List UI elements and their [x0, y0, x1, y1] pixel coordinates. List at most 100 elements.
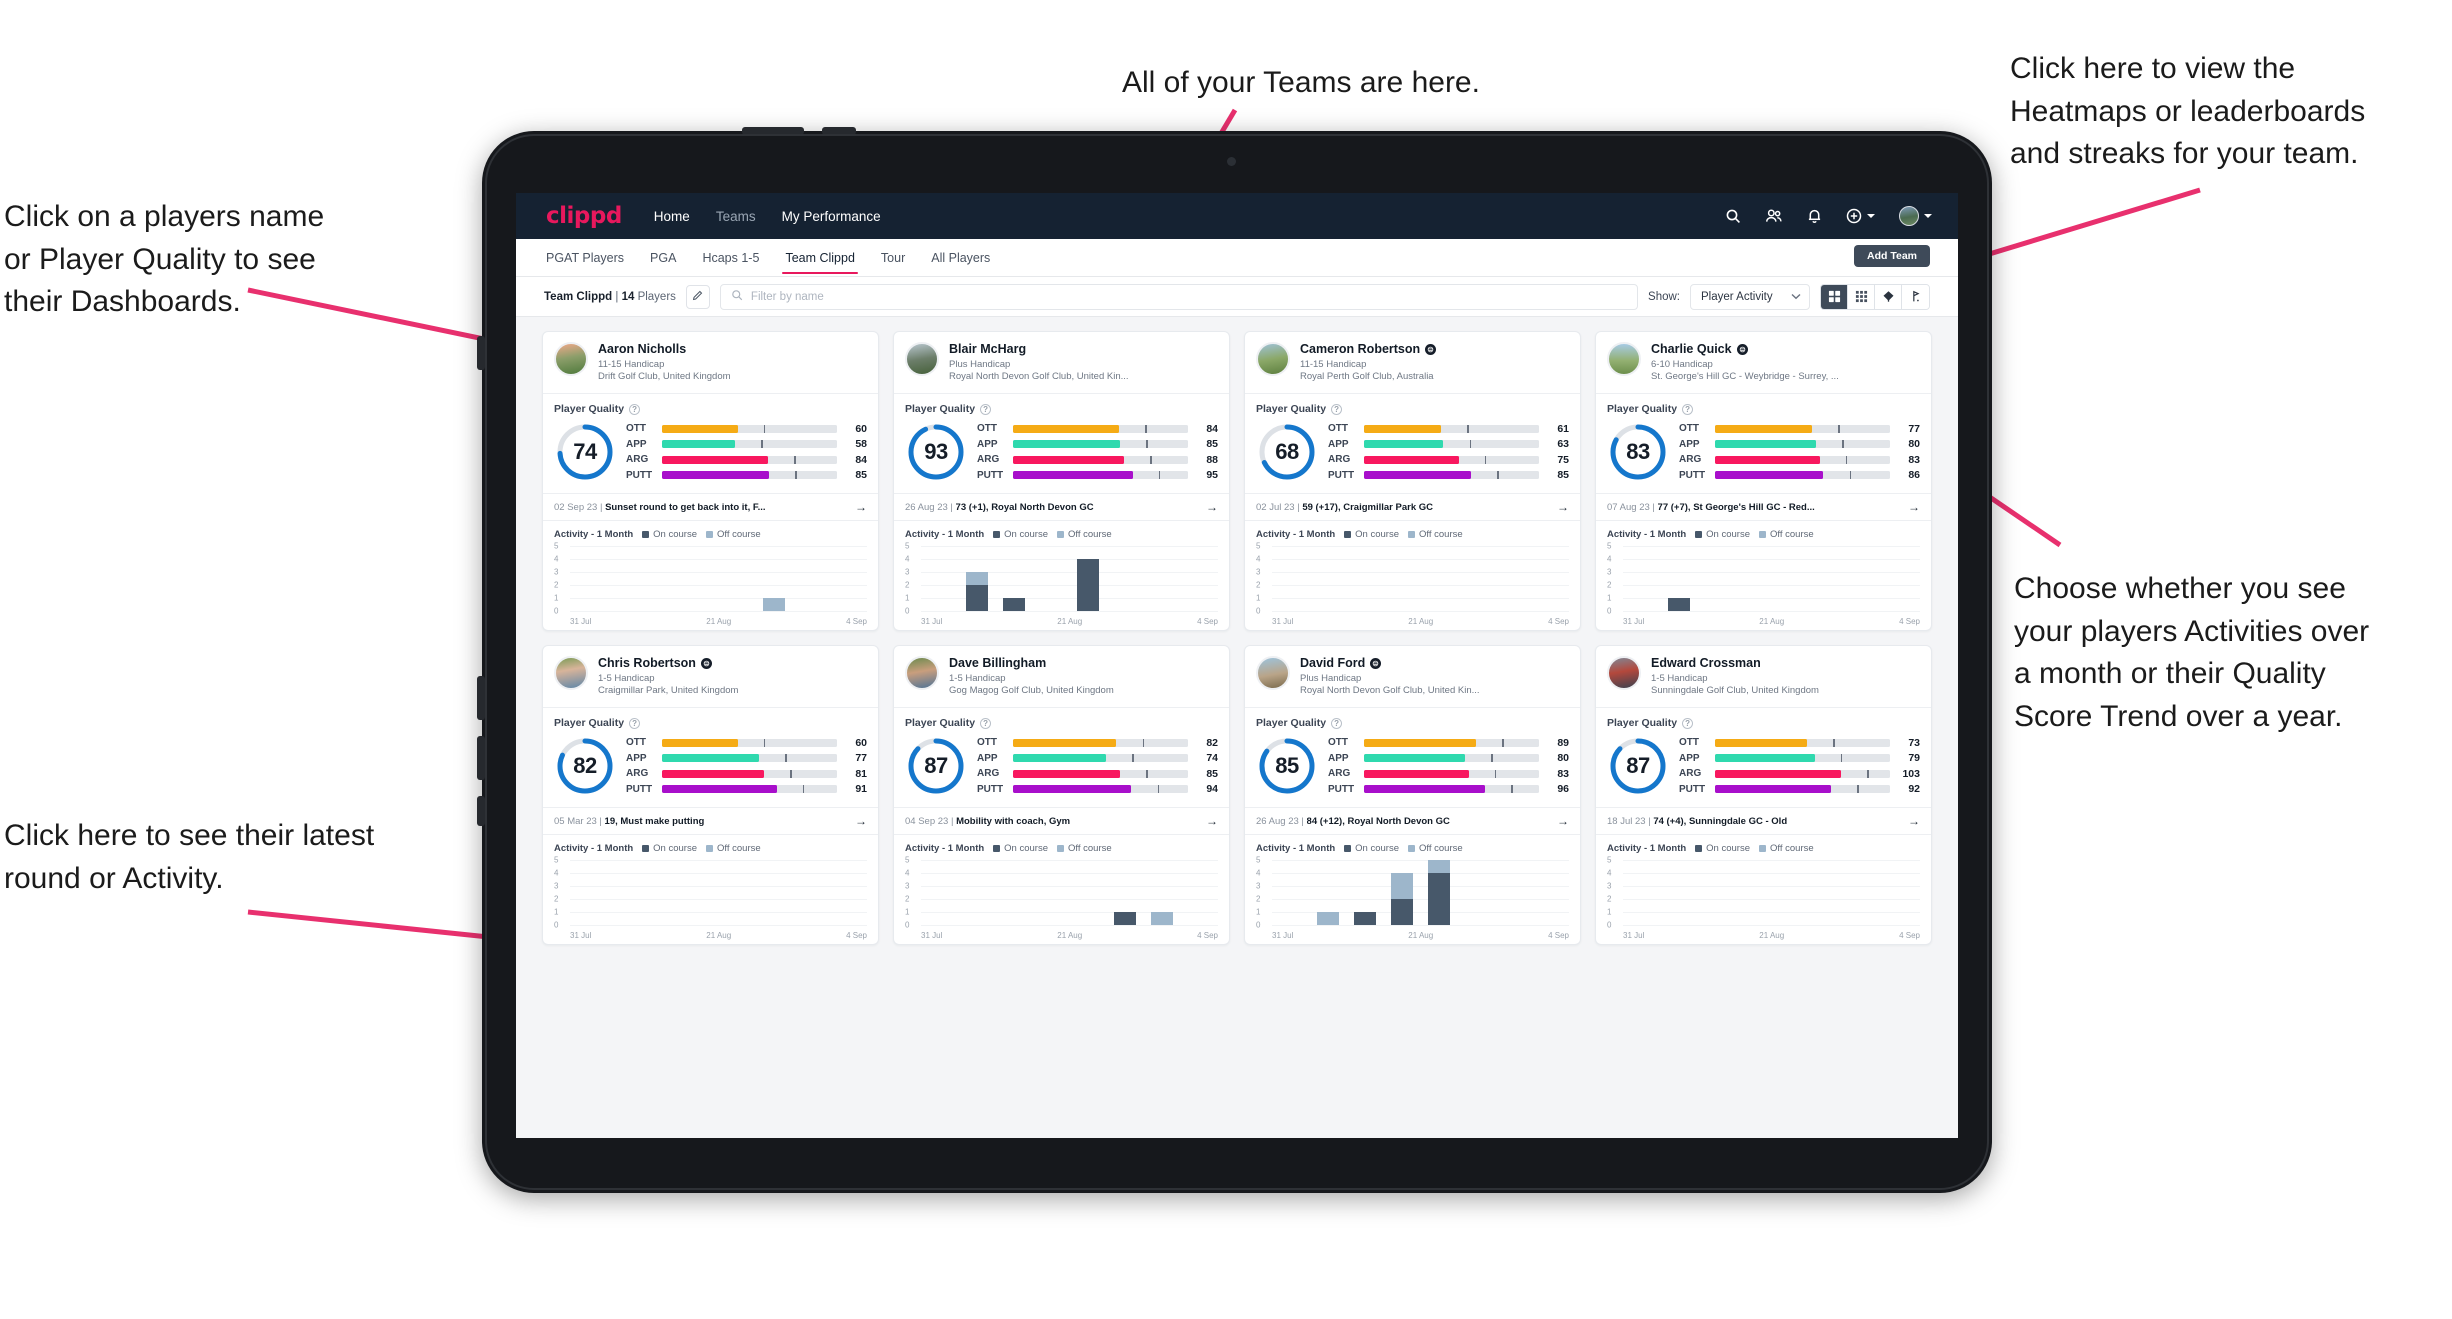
- plus-circle-menu[interactable]: [1846, 208, 1875, 224]
- arrow-right-icon[interactable]: →: [1908, 815, 1920, 827]
- metric-row-app: APP 80: [1679, 438, 1920, 450]
- clippd-logo[interactable]: clippd: [546, 203, 622, 229]
- player-name-row[interactable]: Charlie Quick: [1651, 342, 1920, 356]
- gridline: [921, 611, 1218, 612]
- player-name-row[interactable]: Blair McHarg: [949, 342, 1218, 356]
- latest-round-row[interactable]: 07 Aug 23 | 77 (+7), St George's Hill GC…: [1596, 493, 1931, 521]
- tab-all-players[interactable]: All Players: [931, 241, 990, 274]
- grid-large-view-button[interactable]: [1821, 284, 1848, 309]
- tab-pgat-players[interactable]: PGAT Players: [546, 241, 624, 274]
- latest-round-row[interactable]: 26 Aug 23 | 84 (+12), Royal North Devon …: [1245, 807, 1580, 835]
- player-card[interactable]: Cameron Robertson 11-15 Handicap Royal Per…: [1244, 331, 1581, 631]
- arrow-right-icon[interactable]: →: [1557, 501, 1569, 513]
- power-button[interactable]: [742, 127, 804, 135]
- legend-swatch-on-course: [993, 531, 1001, 538]
- y-tick-label: 5: [1256, 541, 1261, 551]
- nav-item-my-performance[interactable]: My Performance: [782, 209, 881, 224]
- player-quality-body[interactable]: 87 OTT 73 APP 79 ARG 103 PUTT 92: [1596, 733, 1931, 807]
- latest-round-row[interactable]: 02 Jul 23 | 59 (+17), Craigmillar Park G…: [1245, 493, 1580, 521]
- player-quality-body[interactable]: 83 OTT 77 APP 80 ARG 83 PUTT 86: [1596, 419, 1931, 493]
- player-card-header[interactable]: Chris Robertson 1-5 Handicap Craigmillar P…: [543, 646, 878, 707]
- side-button-2[interactable]: [477, 796, 485, 826]
- player-card[interactable]: Dave Billingham 1-5 Handicap Gog Magog Gol…: [893, 645, 1230, 945]
- show-select[interactable]: Player Activity: [1690, 283, 1810, 310]
- chart-x-axis: 31 Jul 21 Aug 4 Sep: [1272, 612, 1569, 626]
- tab-tour[interactable]: Tour: [881, 241, 905, 274]
- volume-up-button[interactable]: [477, 676, 485, 720]
- player-card[interactable]: Charlie Quick 6-10 Handicap St. George's H…: [1595, 331, 1932, 631]
- player-name-row[interactable]: Edward Crossman: [1651, 656, 1920, 670]
- side-button-1[interactable]: [477, 336, 485, 370]
- player-card[interactable]: Blair McHarg Plus Handicap Royal North Dev…: [893, 331, 1230, 631]
- grid-small-view-button[interactable]: [1848, 284, 1875, 309]
- top-button[interactable]: [822, 127, 856, 135]
- x-tick-label: 21 Aug: [1057, 931, 1083, 940]
- bell-icon[interactable]: [1807, 208, 1822, 224]
- player-name-row[interactable]: Cameron Robertson: [1300, 342, 1569, 356]
- player-card-header[interactable]: Cameron Robertson 11-15 Handicap Royal Per…: [1245, 332, 1580, 393]
- help-icon[interactable]: ?: [1682, 717, 1694, 729]
- player-quality-body[interactable]: 74 OTT 60 APP 58 ARG 84 PUTT 85: [543, 419, 878, 493]
- player-card[interactable]: David Ford Plus Handicap Royal North Devon…: [1244, 645, 1581, 945]
- leaderboard-view-button[interactable]: [1902, 284, 1929, 309]
- help-icon[interactable]: ?: [980, 403, 992, 415]
- arrow-right-icon[interactable]: →: [1206, 815, 1218, 827]
- player-card[interactable]: Chris Robertson 1-5 Handicap Craigmillar P…: [542, 645, 879, 945]
- arrow-right-icon[interactable]: →: [1908, 501, 1920, 513]
- arrow-right-icon[interactable]: →: [1557, 815, 1569, 827]
- search-input[interactable]: Filter by name: [719, 283, 1639, 310]
- volume-down-button[interactable]: [477, 736, 485, 780]
- people-icon[interactable]: [1765, 208, 1783, 224]
- arrow-right-icon[interactable]: →: [855, 501, 867, 513]
- account-menu[interactable]: [1899, 206, 1932, 226]
- arrow-right-icon[interactable]: →: [1206, 501, 1218, 513]
- nav-item-home[interactable]: Home: [654, 209, 690, 224]
- player-card-header[interactable]: Edward Crossman 1-5 Handicap Sunningdale G…: [1596, 646, 1931, 707]
- player-name-row[interactable]: Chris Robertson: [598, 656, 867, 670]
- player-quality-body[interactable]: 87 OTT 82 APP 74 ARG 85 PUTT 94: [894, 733, 1229, 807]
- player-card-header[interactable]: Aaron Nicholls 11-15 Handicap Drift Golf C…: [543, 332, 878, 393]
- latest-round-row[interactable]: 02 Sep 23 | Sunset round to get back int…: [543, 493, 878, 521]
- chart-x-axis: 31 Jul 21 Aug 4 Sep: [1623, 612, 1920, 626]
- latest-round-row[interactable]: 26 Aug 23 | 73 (+1), Royal North Devon G…: [894, 493, 1229, 521]
- player-name-row[interactable]: Dave Billingham: [949, 656, 1218, 670]
- gridline: [1623, 611, 1920, 612]
- player-quality-body[interactable]: 93 OTT 84 APP 85 ARG 88 PUTT 95: [894, 419, 1229, 493]
- tab-pga[interactable]: PGA: [650, 241, 676, 274]
- nav-item-teams[interactable]: Teams: [716, 209, 756, 224]
- search-icon[interactable]: [1725, 208, 1741, 224]
- add-team-button[interactable]: Add Team: [1854, 245, 1930, 267]
- latest-round-row[interactable]: 18 Jul 23 | 74 (+4), Sunningdale GC - Ol…: [1596, 807, 1931, 835]
- player-name-row[interactable]: Aaron Nicholls: [598, 342, 867, 356]
- arrow-right-icon[interactable]: →: [855, 815, 867, 827]
- edit-team-button[interactable]: [685, 284, 710, 309]
- help-icon[interactable]: ?: [629, 403, 641, 415]
- player-card-header[interactable]: David Ford Plus Handicap Royal North Devon…: [1245, 646, 1580, 707]
- help-icon[interactable]: ?: [1331, 403, 1343, 415]
- chart-slot: [1070, 546, 1107, 611]
- help-icon[interactable]: ?: [629, 717, 641, 729]
- player-card-header[interactable]: Charlie Quick 6-10 Handicap St. George's H…: [1596, 332, 1931, 393]
- player-quality-body[interactable]: 82 OTT 60 APP 77 ARG 81 PUTT 91: [543, 733, 878, 807]
- help-icon[interactable]: ?: [1331, 717, 1343, 729]
- player-card-header[interactable]: Blair McHarg Plus Handicap Royal North Dev…: [894, 332, 1229, 393]
- latest-round-row[interactable]: 05 Mar 23 | 19, Must make putting →: [543, 807, 878, 835]
- y-tick-label: 3: [1607, 881, 1612, 891]
- metric-row-app: APP 74: [977, 752, 1218, 764]
- latest-round-row[interactable]: 04 Sep 23 | Mobility with coach, Gym →: [894, 807, 1229, 835]
- player-card-header[interactable]: Dave Billingham 1-5 Handicap Gog Magog Gol…: [894, 646, 1229, 707]
- annotation-activity-toggle: Choose whether you see your players Acti…: [2014, 572, 2370, 733]
- heatmap-view-button[interactable]: [1875, 284, 1902, 309]
- metric-row-ott: OTT 60: [626, 423, 867, 435]
- tab-team-clippd[interactable]: Team Clippd: [782, 241, 859, 274]
- metric-row-arg: ARG 81: [626, 768, 867, 780]
- player-card[interactable]: Aaron Nicholls 11-15 Handicap Drift Golf C…: [542, 331, 879, 631]
- help-icon[interactable]: ?: [1682, 403, 1694, 415]
- player-name-row[interactable]: David Ford: [1300, 656, 1569, 670]
- player-quality-body[interactable]: 85 OTT 89 APP 80 ARG 83 PUTT 96: [1245, 733, 1580, 807]
- player-quality-body[interactable]: 68 OTT 61 APP 63 ARG 75 PUTT 85: [1245, 419, 1580, 493]
- tab-hcaps-1-5[interactable]: Hcaps 1-5: [702, 241, 759, 274]
- help-icon[interactable]: ?: [980, 717, 992, 729]
- metric-bar-track: [1013, 440, 1188, 449]
- player-card[interactable]: Edward Crossman 1-5 Handicap Sunningdale G…: [1595, 645, 1932, 945]
